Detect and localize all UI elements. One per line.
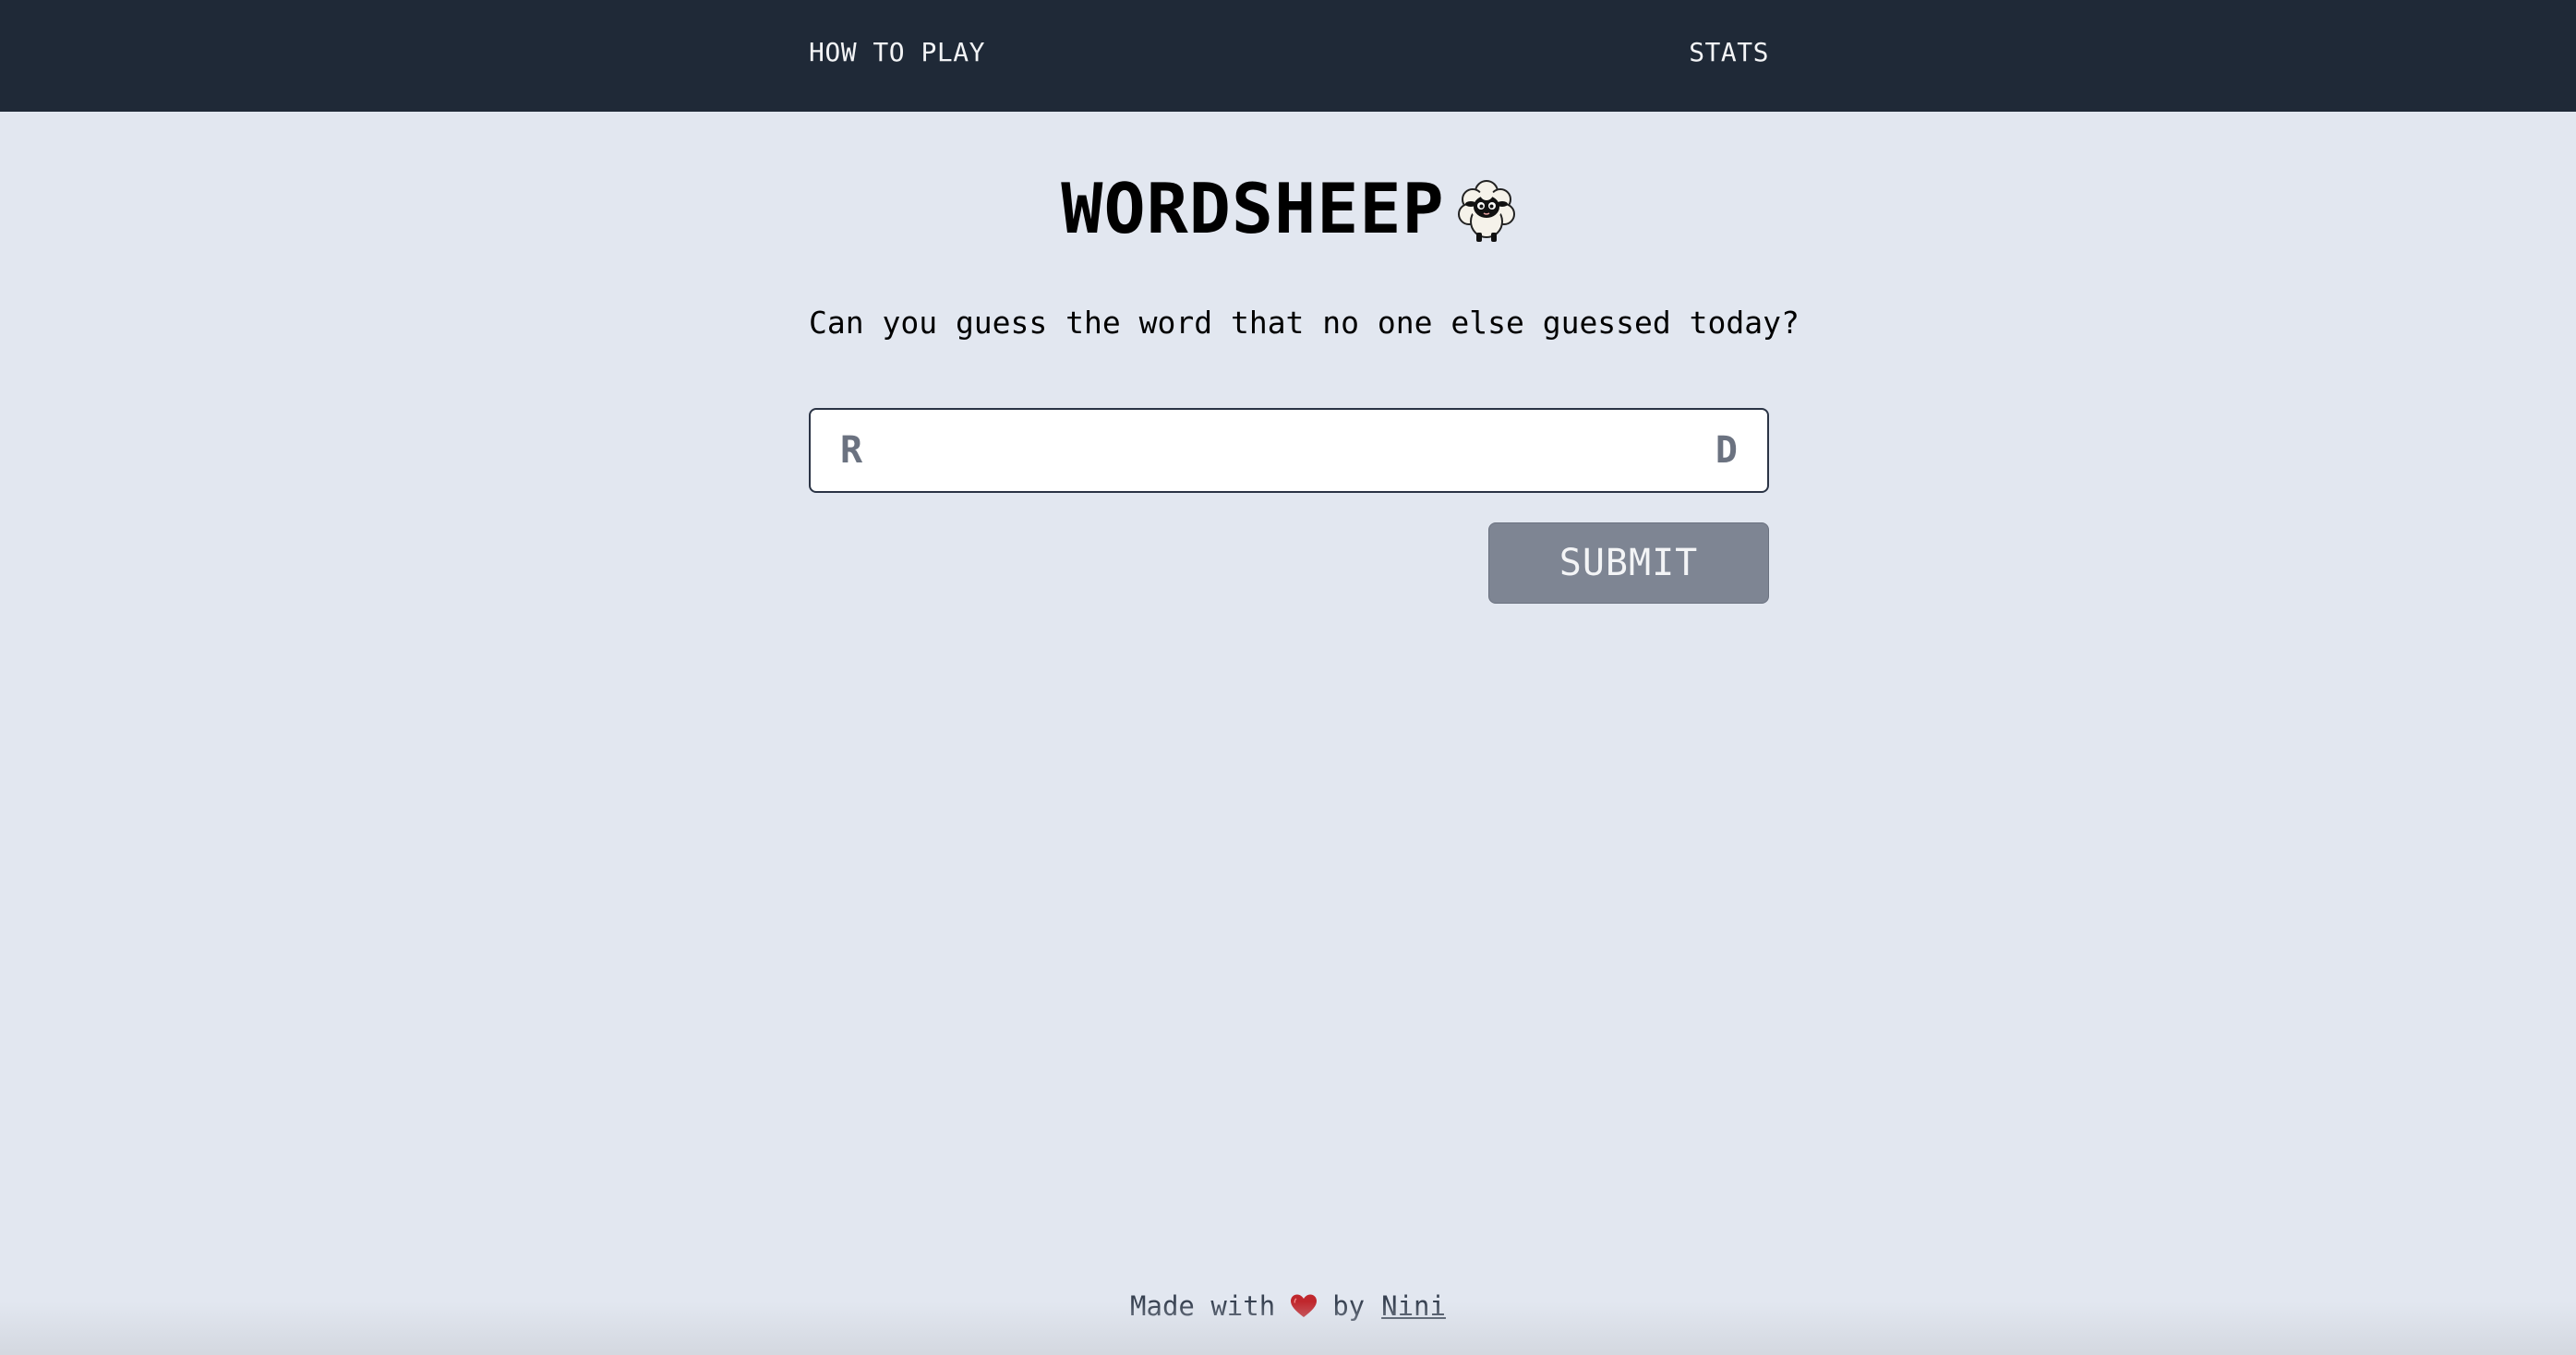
heart-icon — [1290, 1293, 1318, 1319]
game-prompt: Can you guess the word that no one else … — [809, 305, 1800, 341]
sheep-icon — [1457, 174, 1515, 244]
guess-input[interactable] — [885, 410, 1693, 491]
last-letter-hint: D — [1715, 429, 1738, 472]
author-link[interactable]: Nini — [1381, 1290, 1446, 1322]
page-title: WORDSHEEP — [1061, 168, 1445, 249]
footer-by: by — [1332, 1290, 1366, 1322]
how-to-play-link[interactable]: HOW TO PLAY — [809, 0, 985, 105]
footer: Made with by Nini — [0, 1283, 2576, 1329]
footer-made-with: Made with — [1130, 1290, 1276, 1322]
top-nav-bar: HOW TO PLAY STATS — [0, 0, 2576, 112]
first-letter-hint: R — [840, 429, 863, 472]
submit-button[interactable]: SUBMIT — [1488, 522, 1769, 604]
guess-field[interactable]: R D — [809, 408, 1769, 493]
title-row: WORDSHEEP — [0, 162, 2576, 255]
stats-link[interactable]: STATS — [1689, 0, 1769, 105]
